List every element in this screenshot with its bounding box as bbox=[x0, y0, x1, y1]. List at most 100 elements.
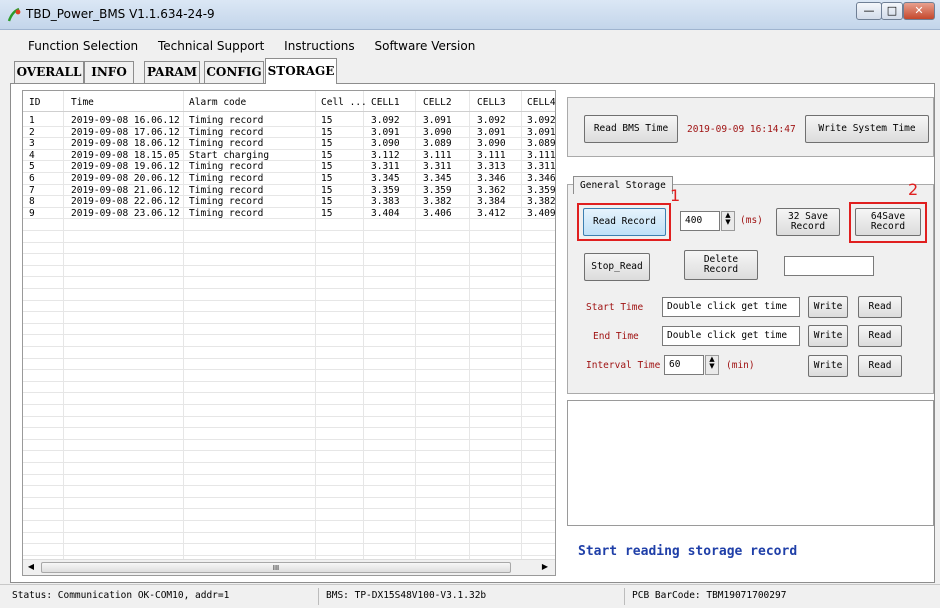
table-cell: 15 bbox=[321, 115, 333, 126]
table-cell: 2019-09-08 18.15.05 bbox=[71, 149, 180, 161]
horizontal-scrollbar[interactable]: ◀ III ▶ bbox=[23, 559, 555, 575]
table-cell: 3.111 bbox=[423, 149, 452, 161]
write-system-time-button[interactable]: Write System Time bbox=[805, 115, 929, 143]
row-divider bbox=[23, 520, 555, 521]
scroll-right-icon[interactable]: ▶ bbox=[539, 562, 551, 574]
table-cell: 3.311 bbox=[527, 161, 556, 173]
row-divider bbox=[23, 508, 555, 510]
table-cell: 3.089 bbox=[423, 138, 452, 150]
table-cell: 3.404 bbox=[371, 207, 400, 219]
end-time-read-button[interactable]: Read bbox=[858, 325, 902, 347]
save32-record-button[interactable]: 32 Save Record bbox=[776, 208, 840, 236]
ms-spinner-icon[interactable]: ▲ ▼ bbox=[721, 211, 735, 231]
row-divider bbox=[23, 241, 555, 243]
end-time-input[interactable]: Double click get time bbox=[662, 326, 800, 346]
table-cell: 15 bbox=[321, 149, 333, 161]
table-cell: 6 bbox=[29, 173, 35, 184]
table-cell: 3.384 bbox=[477, 196, 506, 208]
table-cell: Timing record bbox=[189, 161, 264, 173]
end-time-write-button[interactable]: Write bbox=[808, 325, 848, 347]
scroll-thumb[interactable]: III bbox=[41, 562, 511, 573]
tab-overall[interactable]: OVERALL bbox=[14, 61, 84, 83]
column-header[interactable]: CELL4 bbox=[527, 97, 555, 108]
log-area[interactable] bbox=[567, 400, 934, 526]
table-cell: 3.359 bbox=[423, 184, 452, 196]
tab-config[interactable]: CONFIG bbox=[204, 61, 264, 83]
title-bar: TBD_Power_BMS V1.1.634-24-9 — □ ✕ bbox=[0, 0, 940, 30]
start-time-write-button[interactable]: Write bbox=[808, 296, 848, 318]
table-cell: 3.091 bbox=[527, 126, 556, 138]
menu-instructions[interactable]: Instructions bbox=[276, 36, 362, 56]
table-cell: 8 bbox=[29, 196, 35, 208]
row-divider bbox=[23, 346, 555, 347]
column-header[interactable]: Time bbox=[71, 97, 94, 108]
interval-spinner-icon[interactable]: ▲ ▼ bbox=[705, 355, 719, 375]
table-cell: Timing record bbox=[189, 196, 264, 208]
table-cell: 3.111 bbox=[477, 149, 506, 161]
menu-technical-support[interactable]: Technical Support bbox=[150, 36, 272, 56]
scroll-left-icon[interactable]: ◀ bbox=[25, 562, 37, 574]
start-time-read-button[interactable]: Read bbox=[858, 296, 902, 318]
column-header[interactable]: ID bbox=[29, 97, 40, 108]
records-table[interactable]: ID Time Alarm code Cell ... CELL1 CELL2 CELL3 C… bbox=[22, 90, 556, 576]
table-cell: 3.311 bbox=[371, 161, 400, 173]
table-cell: 3.382 bbox=[423, 196, 452, 208]
menu-function-selection[interactable]: Function Selection bbox=[20, 36, 146, 56]
interval-read-button[interactable]: Read bbox=[858, 355, 902, 377]
menu-software-version[interactable]: Software Version bbox=[366, 36, 483, 56]
table-cell: 15 bbox=[321, 138, 333, 150]
table-cell: 1 bbox=[29, 115, 35, 126]
table-cell: 2019-09-08 21.06.12 bbox=[71, 184, 180, 196]
row-divider bbox=[23, 496, 555, 498]
table-cell: 15 bbox=[321, 184, 333, 196]
table-cell: 3.311 bbox=[423, 161, 452, 173]
table-cell: 15 bbox=[321, 196, 333, 208]
interval-time-input[interactable]: 60 bbox=[664, 355, 704, 375]
interval-write-button[interactable]: Write bbox=[808, 355, 848, 377]
minimize-icon[interactable]: — bbox=[856, 2, 882, 20]
table-cell: 9 bbox=[29, 207, 35, 219]
tab-info[interactable]: INFO bbox=[84, 61, 134, 83]
ms-interval-input[interactable]: 400 bbox=[680, 211, 720, 231]
read-record-button[interactable]: Read Record bbox=[583, 208, 666, 236]
table-cell: 3.092 bbox=[477, 115, 506, 126]
close-icon[interactable]: ✕ bbox=[903, 2, 935, 20]
save64-record-button[interactable]: 64Save Record bbox=[855, 208, 921, 236]
read-bms-time-button[interactable]: Read BMS Time bbox=[584, 115, 678, 143]
table-cell: 3.089 bbox=[527, 138, 556, 150]
stop-read-button[interactable]: Stop_Read bbox=[584, 253, 650, 281]
column-header[interactable]: CELL3 bbox=[477, 97, 506, 108]
table-cell: 15 bbox=[321, 173, 333, 184]
table-cell: 3.090 bbox=[477, 138, 506, 150]
table-cell: 2019-09-08 23.06.12 bbox=[71, 207, 180, 219]
status-barcode: PCB BarCode: TBM19071700297 bbox=[632, 590, 787, 601]
tab-storage[interactable]: STORAGE bbox=[265, 58, 337, 84]
table-cell: 3.090 bbox=[371, 138, 400, 150]
row-divider bbox=[23, 288, 555, 289]
delete-record-button[interactable]: Delete Record bbox=[684, 250, 758, 280]
end-time-label: End Time bbox=[593, 331, 639, 342]
maximize-icon[interactable]: □ bbox=[881, 2, 903, 20]
table-cell: Timing record bbox=[189, 126, 264, 138]
row-divider bbox=[23, 357, 555, 359]
row-divider bbox=[23, 438, 555, 440]
start-time-input[interactable]: Double click get time bbox=[662, 297, 800, 317]
table-cell: Start charging bbox=[189, 149, 270, 161]
column-header[interactable]: CELL2 bbox=[423, 97, 452, 108]
column-header[interactable]: Cell ... bbox=[321, 97, 367, 108]
row-divider bbox=[23, 322, 555, 324]
table-cell: 3.092 bbox=[371, 115, 400, 126]
start-time-label: Start Time bbox=[586, 302, 644, 313]
tab-param[interactable]: PARAM bbox=[144, 61, 200, 83]
row-divider bbox=[23, 427, 555, 429]
table-cell: 2019-09-08 17.06.12 bbox=[71, 126, 180, 138]
interval-time-label: Interval Time bbox=[586, 360, 661, 371]
status-bar: Status: Communication OK-COM10, addr=1 B… bbox=[0, 584, 940, 608]
table-cell: 3.345 bbox=[371, 173, 400, 184]
delete-record-field[interactable] bbox=[784, 256, 874, 276]
callout-2: 2 bbox=[908, 180, 919, 199]
table-cell: 3.091 bbox=[477, 126, 506, 138]
column-header[interactable]: CELL1 bbox=[371, 97, 400, 108]
app-logo-icon bbox=[7, 7, 21, 22]
column-header[interactable]: Alarm code bbox=[189, 97, 246, 108]
